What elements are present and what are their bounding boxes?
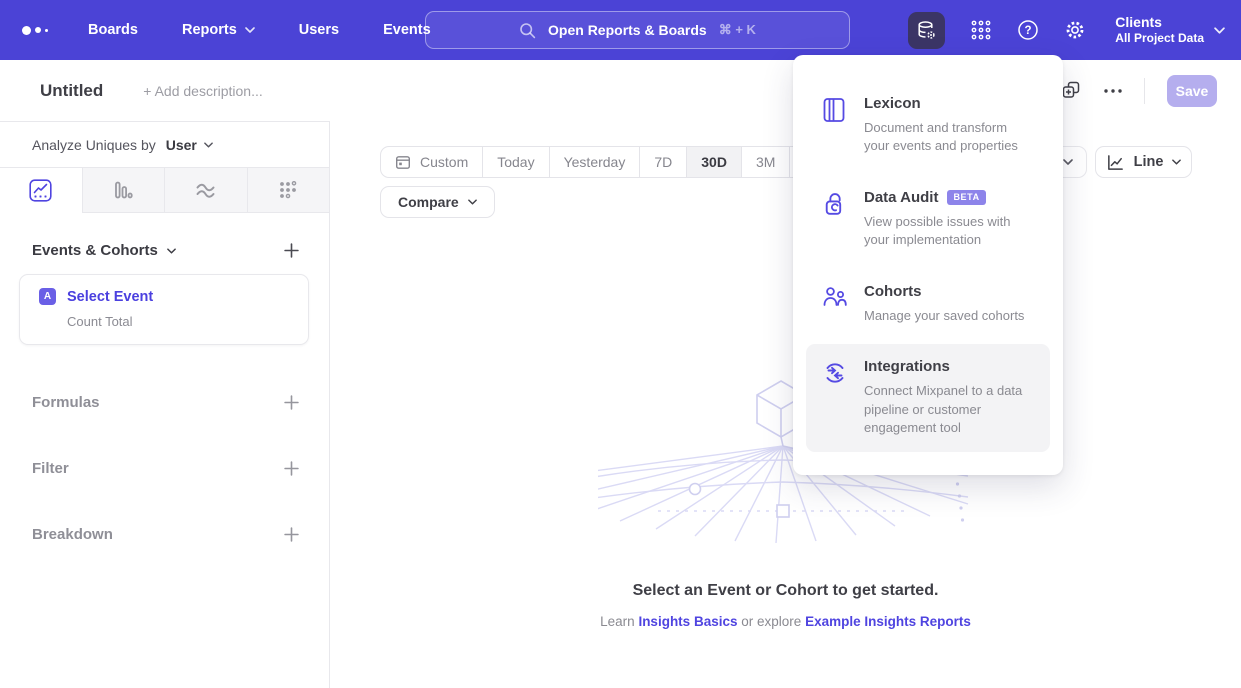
events-cohorts-header: Events & Cohorts [0, 242, 329, 259]
add-description-field[interactable]: + Add description... [143, 83, 262, 99]
example-reports-link[interactable]: Example Insights Reports [805, 614, 971, 629]
date-range-today[interactable]: Today [482, 147, 548, 177]
flow-chart-icon [194, 179, 217, 202]
date-range-yesterday[interactable]: Yesterday [549, 147, 640, 177]
beta-badge: BETA [947, 190, 985, 205]
date-range-30d[interactable]: 30D [686, 147, 741, 177]
event-card[interactable]: A Select Event Count Total [19, 274, 309, 345]
header-divider [1144, 78, 1145, 104]
add-event-button[interactable] [284, 243, 299, 258]
calendar-icon [395, 154, 411, 170]
data-management-button[interactable] [908, 12, 945, 49]
search-placeholder: Open Reports & Boards [548, 22, 707, 38]
menu-item-lexicon[interactable]: Lexicon Document and transform your even… [806, 81, 1050, 170]
analyze-label: Analyze Uniques by [32, 137, 156, 153]
date-range-control: Custom Today Yesterday 7D 30D 3M 6M [380, 146, 839, 178]
settings-button[interactable] [1064, 19, 1086, 41]
date-range-3m[interactable]: 3M [741, 147, 789, 177]
apps-grid-button[interactable] [970, 19, 992, 41]
menu-item-integrations[interactable]: Integrations Connect Mixpanel to a data … [806, 344, 1050, 451]
nav-right-cluster: ? Clients All Project Data [908, 0, 1225, 60]
section-breakdown: Breakdown [0, 526, 329, 543]
select-event-label[interactable]: Select Event [67, 289, 153, 305]
nav-item-users[interactable]: Users [299, 22, 339, 38]
gear-icon [1064, 19, 1086, 41]
search-input[interactable]: Open Reports & Boards ⌘ + K [425, 11, 850, 49]
top-nav: Boards Reports Users Events Open Reports… [0, 0, 1241, 60]
chart-type-tabs [0, 167, 329, 213]
analyze-uniques-row: Analyze Uniques by User [0, 122, 329, 167]
data-audit-icon [822, 189, 848, 250]
help-icon: ? [1017, 19, 1039, 41]
add-filter-button[interactable] [284, 461, 299, 476]
nav-item-events[interactable]: Events [383, 22, 431, 38]
empty-state-subtitle: Learn Insights Basics or explore Example… [330, 614, 1241, 629]
database-gear-icon [916, 20, 937, 41]
nav-item-reports[interactable]: Reports [182, 22, 255, 38]
integrations-icon [822, 358, 848, 437]
event-badge: A [39, 288, 56, 305]
more-options-button[interactable] [1104, 89, 1122, 93]
org-name: Clients [1115, 14, 1204, 32]
chevron-down-icon [1172, 159, 1181, 165]
line-chart-icon [29, 179, 52, 202]
chevron-down-icon [1063, 159, 1073, 165]
tab-bar-chart[interactable] [82, 168, 165, 213]
cohorts-icon [822, 283, 848, 325]
bar-chart-icon [112, 179, 134, 201]
line-chart-icon [1106, 153, 1125, 172]
tab-scatter-chart[interactable] [247, 168, 330, 213]
insights-basics-link[interactable]: Insights Basics [638, 614, 737, 629]
save-button[interactable]: Save [1167, 75, 1217, 107]
chevron-down-icon [468, 199, 477, 205]
events-cohorts-dropdown[interactable]: Events & Cohorts [32, 242, 176, 259]
chart-style-dropdown[interactable]: Line [1095, 146, 1192, 178]
analyze-value-dropdown[interactable]: User [166, 137, 213, 153]
search-shortcut: ⌘ + K [719, 22, 756, 38]
data-management-menu: Lexicon Document and transform your even… [793, 55, 1063, 475]
nav-item-boards[interactable]: Boards [88, 22, 138, 38]
add-breakdown-button[interactable] [284, 527, 299, 542]
help-button[interactable]: ? [1017, 19, 1039, 41]
project-name: All Project Data [1115, 31, 1204, 46]
event-metric[interactable]: Count Total [67, 314, 296, 329]
menu-item-cohorts[interactable]: Cohorts Manage your saved cohorts [806, 269, 1050, 339]
tab-flow-chart[interactable] [164, 168, 247, 213]
report-title[interactable]: Untitled [40, 81, 103, 101]
chevron-down-icon [245, 27, 255, 33]
section-formulas: Formulas [0, 394, 329, 411]
tab-line-chart[interactable] [0, 168, 82, 213]
date-range-custom[interactable]: Custom [381, 147, 482, 177]
date-range-7d[interactable]: 7D [639, 147, 686, 177]
query-sidebar: Analyze Uniques by User [0, 121, 330, 688]
chevron-down-icon [167, 248, 176, 254]
mixpanel-logo-icon[interactable] [22, 26, 48, 35]
lexicon-icon [822, 95, 848, 156]
search-icon [519, 22, 536, 39]
chevron-down-icon [1214, 27, 1225, 34]
scatter-chart-icon [277, 179, 299, 201]
section-filter: Filter [0, 460, 329, 477]
grid-dots-icon [970, 19, 992, 41]
chevron-down-icon [204, 142, 213, 148]
report-canvas: Custom Today Yesterday 7D 30D 3M 6M Comp… [330, 121, 1241, 688]
project-switcher[interactable]: Clients All Project Data [1115, 14, 1225, 47]
compare-dropdown[interactable]: Compare [380, 186, 495, 218]
svg-text:?: ? [1025, 25, 1032, 37]
nav-links: Boards Reports Users Events [88, 22, 431, 38]
duplicate-button[interactable] [1062, 81, 1082, 101]
menu-item-data-audit[interactable]: Data Audit BETA View possible issues wit… [806, 175, 1050, 264]
add-formula-button[interactable] [284, 395, 299, 410]
empty-state-title: Select an Event or Cohort to get started… [330, 582, 1241, 600]
